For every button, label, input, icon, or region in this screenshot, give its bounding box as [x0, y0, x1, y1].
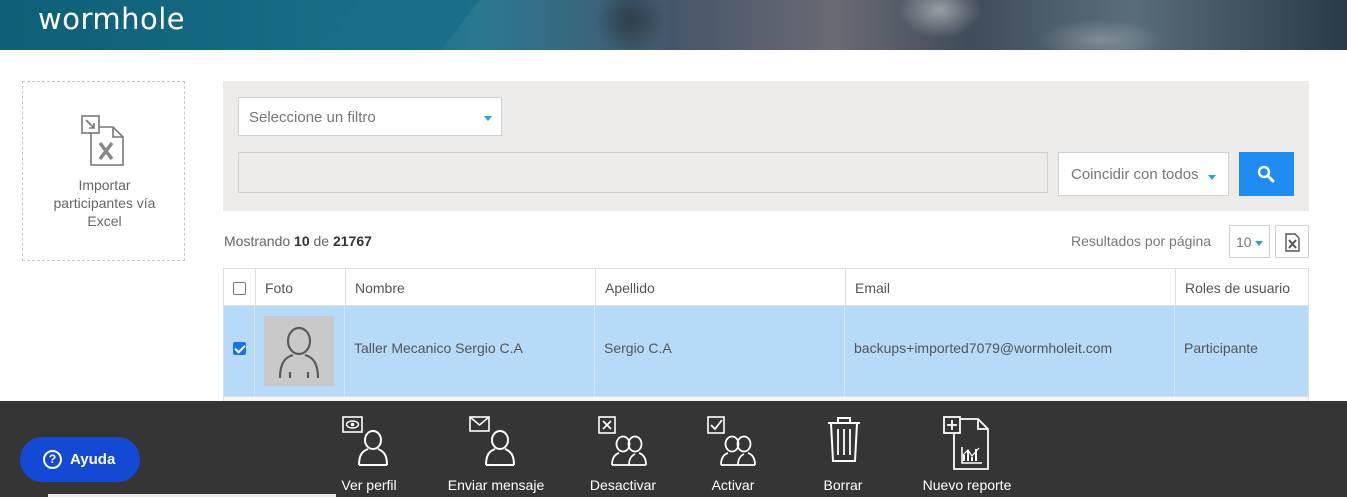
new-report-button[interactable]: Nuevo reporte	[914, 401, 1020, 497]
deactivate-users-icon	[598, 416, 647, 466]
select-all-cell	[224, 269, 256, 305]
per-page-label: Resultados por página	[1071, 233, 1212, 249]
excel-export-icon	[1285, 233, 1300, 252]
delete-button[interactable]: Borrar	[814, 401, 872, 497]
view-profile-icon	[342, 416, 388, 466]
search-button[interactable]	[1239, 152, 1294, 196]
column-header-apellido[interactable]: Apellido	[596, 269, 846, 305]
trash-icon	[828, 417, 860, 462]
help-label: Ayuda	[70, 451, 116, 468]
banner-photo	[380, 0, 1347, 50]
send-message-icon	[469, 416, 515, 466]
export-excel-button[interactable]	[1275, 225, 1309, 258]
column-header-foto[interactable]: Foto	[256, 269, 346, 305]
send-message-label: Enviar mensaje	[447, 477, 545, 493]
logo[interactable]: wormhole	[38, 2, 185, 36]
filter-select[interactable]: Seleccione un filtro	[238, 97, 502, 136]
new-report-icon	[943, 416, 989, 470]
per-page-value: 10	[1236, 234, 1252, 250]
activate-label: Activar	[711, 477, 755, 493]
help-button[interactable]: ? Ayuda	[20, 437, 140, 482]
deactivate-label: Desactivar	[589, 477, 657, 493]
deactivate-button[interactable]: Desactivar	[583, 401, 663, 497]
summary-of: de	[313, 233, 330, 249]
row-checkbox[interactable]	[233, 342, 246, 355]
column-header-roles[interactable]: Roles de usuario	[1176, 269, 1308, 305]
send-message-button[interactable]: Enviar mensaje	[440, 401, 552, 497]
row-select-cell	[224, 306, 255, 396]
table-header: Foto Nombre Apellido Email Roles de usua…	[223, 268, 1309, 306]
view-profile-label: Ver perfil	[341, 477, 397, 493]
help-icon: ?	[43, 450, 62, 469]
delete-label: Borrar	[823, 477, 863, 493]
per-page-select[interactable]: 10	[1229, 225, 1270, 258]
import-excel-button[interactable]: Importar participantes vía Excel	[22, 81, 185, 261]
cell-nombre: Taller Mecanico Sergio C.A	[345, 306, 595, 396]
import-excel-label: Importar participantes vía Excel	[53, 177, 156, 229]
filter-panel: Seleccione un filtro Coincidir con todos	[223, 81, 1309, 211]
activate-button[interactable]: Activar	[700, 401, 766, 497]
activate-users-icon	[707, 416, 756, 466]
select-all-checkbox[interactable]	[233, 282, 246, 295]
view-profile-button[interactable]: Ver perfil	[333, 401, 405, 497]
avatar[interactable]	[264, 316, 334, 386]
chevron-down-icon	[484, 116, 492, 121]
bulk-actions-toolbar: Ver perfil Enviar mensaje Desactivar Act…	[0, 401, 1347, 497]
match-mode-select[interactable]: Coincidir con todos	[1058, 152, 1229, 196]
photo-cell	[255, 306, 345, 396]
summary-shown: 10	[294, 233, 310, 249]
column-header-nombre[interactable]: Nombre	[346, 269, 596, 305]
new-report-label: Nuevo reporte	[922, 477, 1012, 493]
filter-select-placeholder: Seleccione un filtro	[249, 109, 376, 126]
chevron-down-icon	[1208, 175, 1216, 180]
table-row[interactable]: Taller Mecanico Sergio C.A Sergio C.A ba…	[223, 306, 1309, 396]
match-mode-value: Coincidir con todos	[1071, 166, 1199, 183]
results-summary: Mostrando 10 de 21767	[224, 233, 372, 249]
cell-roles: Participante	[1184, 340, 1258, 356]
search-icon	[1257, 165, 1275, 183]
cell-email: backups+imported7079@wormholeit.com	[845, 306, 1175, 396]
chevron-down-icon	[1255, 241, 1263, 246]
search-input[interactable]	[238, 152, 1048, 193]
header-banner: wormhole	[0, 0, 1347, 50]
cell-apellido: Sergio C.A	[595, 306, 845, 396]
column-header-email[interactable]: Email	[846, 269, 1176, 305]
summary-total: 21767	[332, 233, 372, 249]
avatar-placeholder-icon	[278, 326, 320, 379]
excel-import-icon	[81, 115, 124, 166]
summary-prefix: Mostrando	[224, 233, 291, 249]
